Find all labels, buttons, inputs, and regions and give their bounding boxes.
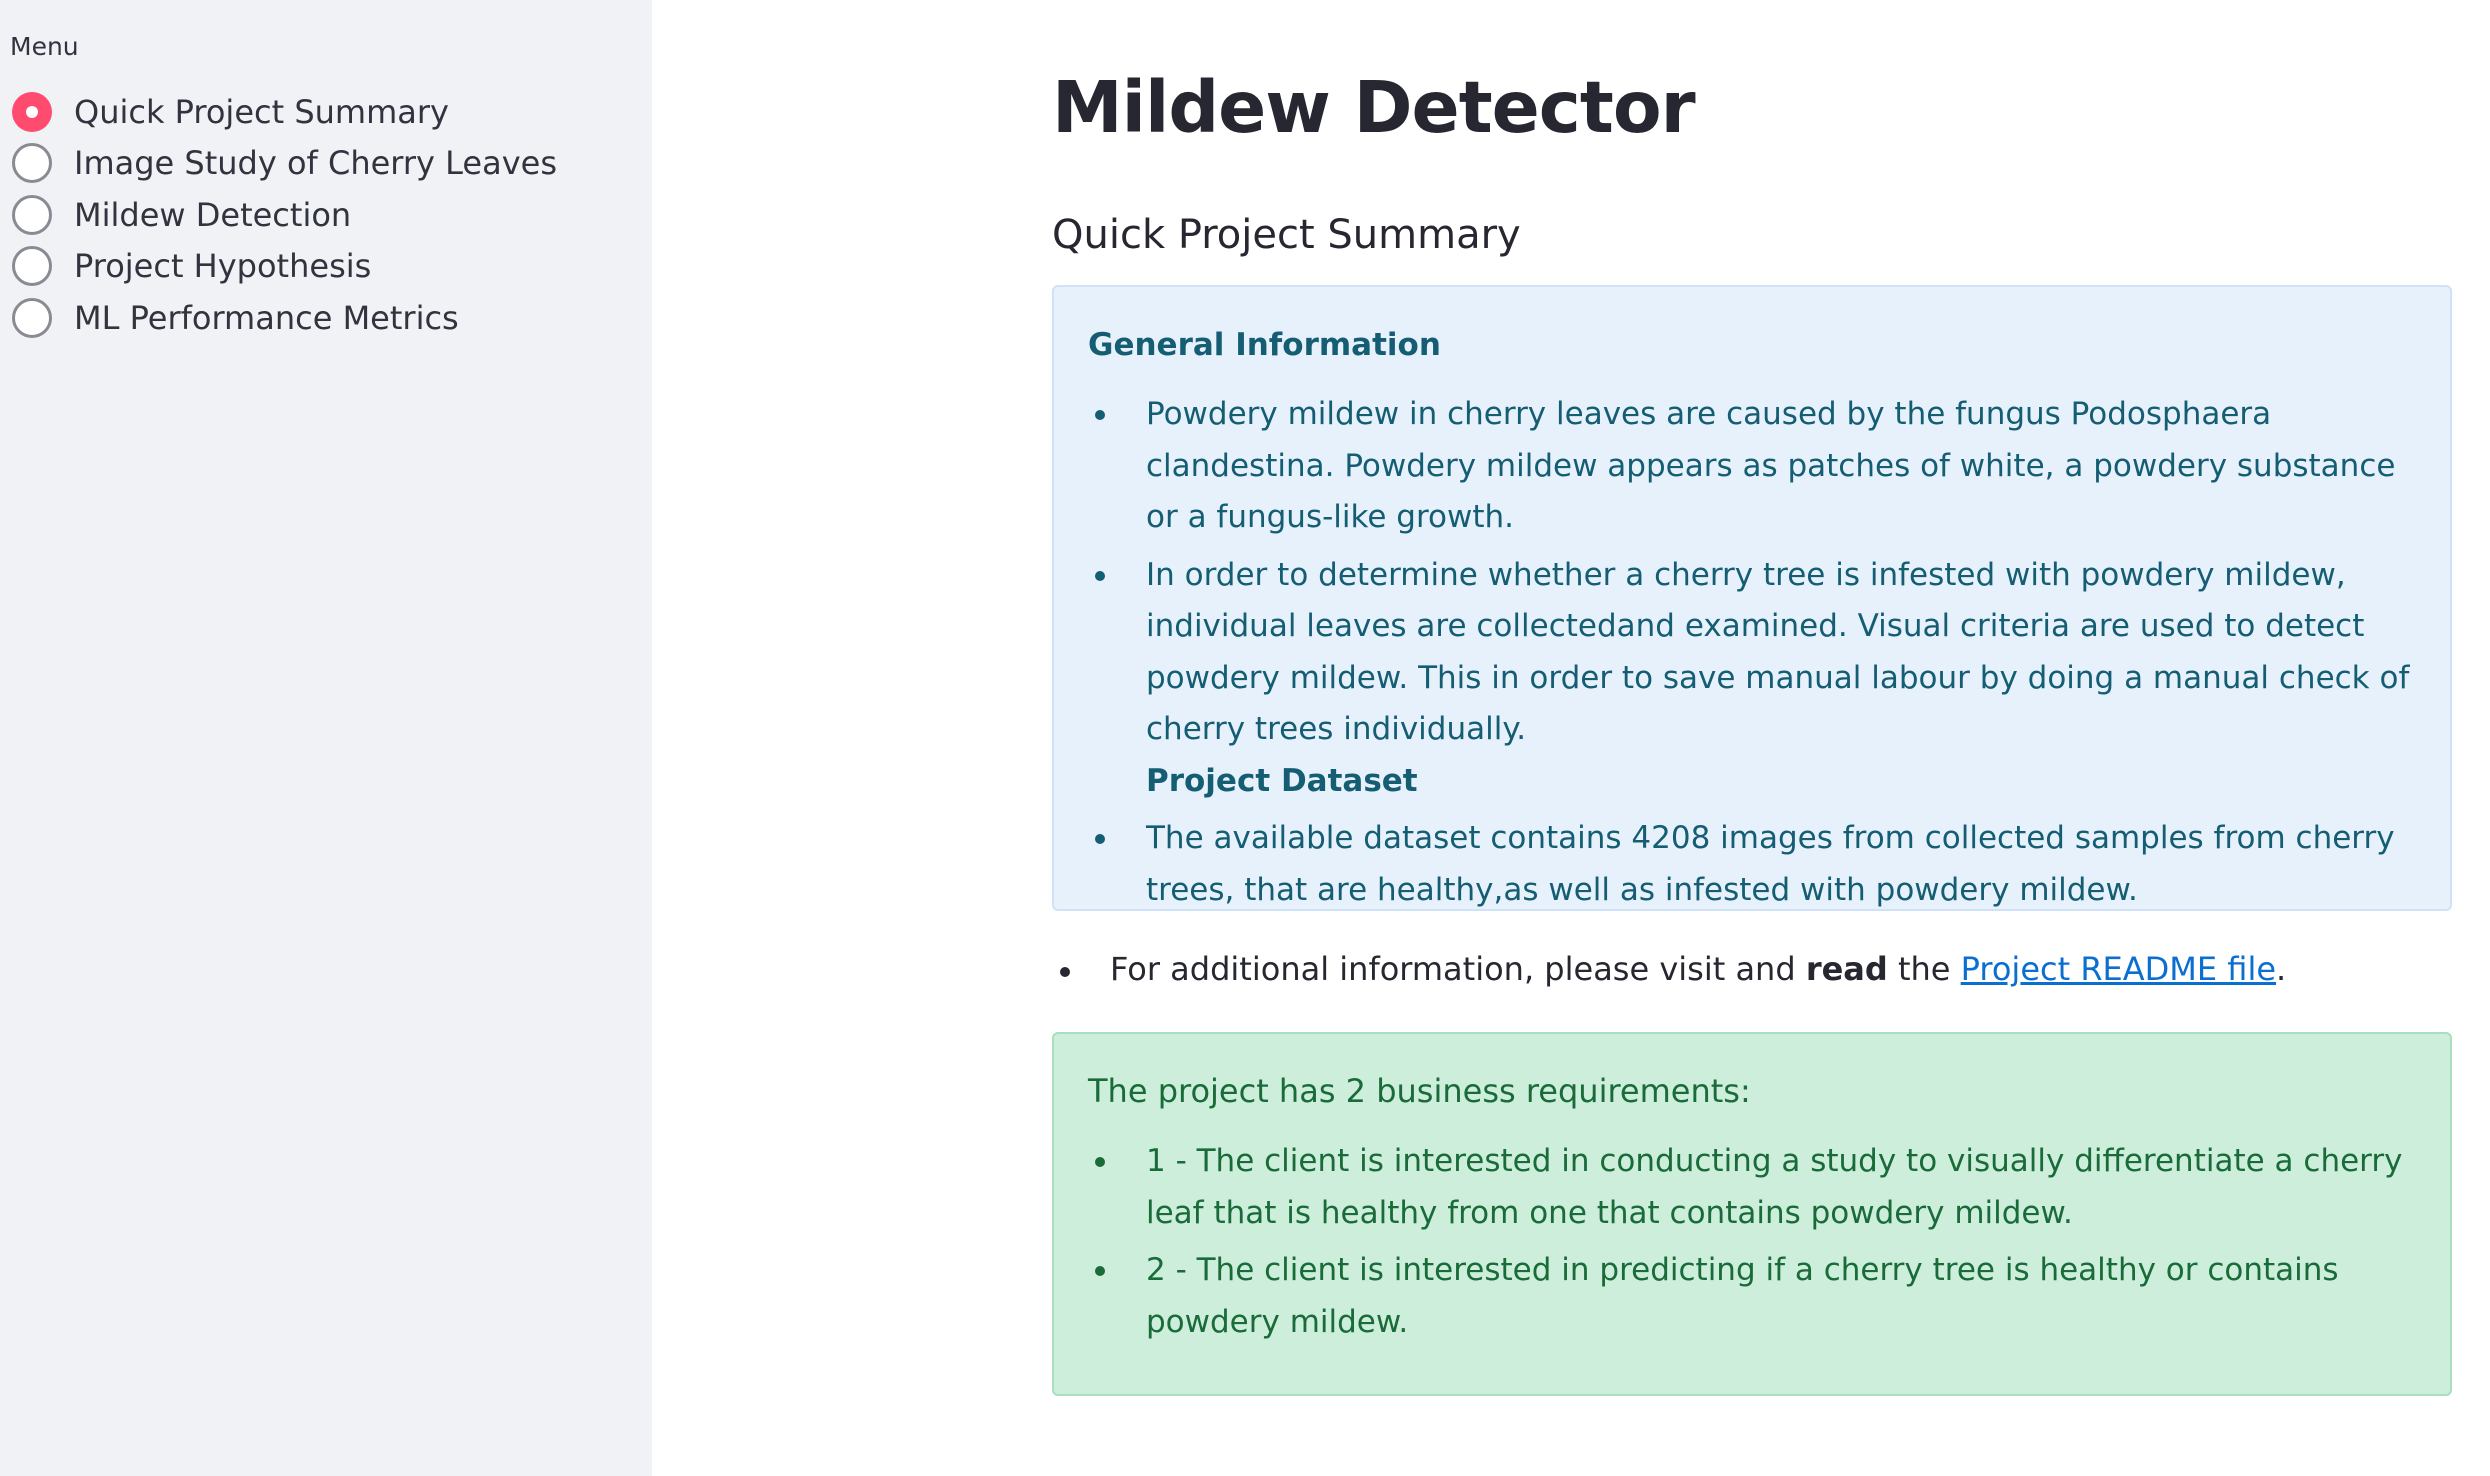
radio-unchecked-icon[interactable]	[12, 143, 52, 184]
sidebar: Menu Quick Project Summary Image Study o…	[0, 0, 652, 1476]
radio-option-image-study[interactable]: Image Study of Cherry Leaves	[12, 138, 557, 190]
business-requirements-box: The project has 2 business requirements:…	[1052, 1032, 2452, 1396]
radio-option-project-hypothesis[interactable]: Project Hypothesis	[12, 241, 557, 293]
readme-link[interactable]: Project README file	[1961, 950, 2276, 988]
radio-option-ml-performance-metrics[interactable]: ML Performance Metrics	[12, 292, 557, 344]
additional-info-item: For additional information, please visit…	[1052, 950, 2286, 988]
section-title: Quick Project Summary	[1052, 212, 1521, 258]
radio-option-mildew-detection[interactable]: Mildew Detection	[12, 189, 557, 241]
business-requirements-list: 1 - The client is interested in conducti…	[1088, 1136, 2428, 1348]
additional-info-bold: read	[1805, 950, 1888, 988]
radio-option-label: ML Performance Metrics	[74, 298, 459, 337]
radio-option-label: Quick Project Summary	[74, 92, 449, 131]
general-info-list: Powdery mildew in cherry leaves are caus…	[1088, 389, 2428, 916]
radio-option-label: Mildew Detection	[74, 195, 352, 234]
list-item: 2 - The client is interested in predicti…	[1088, 1245, 2428, 1348]
additional-info-middle: the	[1887, 950, 1961, 988]
project-dataset-heading: Project Dataset	[1146, 762, 1418, 799]
radio-unchecked-icon[interactable]	[12, 297, 52, 338]
additional-info-prefix: For additional information, please visit…	[1110, 950, 1806, 988]
list-item: The available dataset contains 4208 imag…	[1088, 813, 2428, 916]
list-item: In order to determine whether a cherry t…	[1088, 550, 2428, 756]
list-item: Powdery mildew in cherry leaves are caus…	[1088, 389, 2428, 544]
radio-checked-icon[interactable]	[12, 91, 52, 132]
radio-unchecked-icon[interactable]	[12, 246, 52, 287]
radio-option-quick-project-summary[interactable]: Quick Project Summary	[12, 86, 557, 138]
radio-option-label: Project Hypothesis	[74, 247, 372, 286]
menu-label: Menu	[10, 32, 79, 61]
general-information-heading: General Information	[1088, 327, 1441, 363]
additional-info-suffix: .	[2276, 950, 2287, 988]
page-title: Mildew Detector	[1052, 66, 1696, 149]
list-item: 1 - The client is interested in conducti…	[1088, 1136, 2428, 1239]
business-requirements-intro: The project has 2 business requirements:	[1088, 1072, 1751, 1110]
page-radio-group: Quick Project Summary Image Study of Che…	[12, 86, 557, 344]
general-info-box: General Information Powdery mildew in ch…	[1052, 285, 2452, 911]
radio-unchecked-icon[interactable]	[12, 194, 52, 235]
radio-option-label: Image Study of Cherry Leaves	[74, 144, 557, 183]
